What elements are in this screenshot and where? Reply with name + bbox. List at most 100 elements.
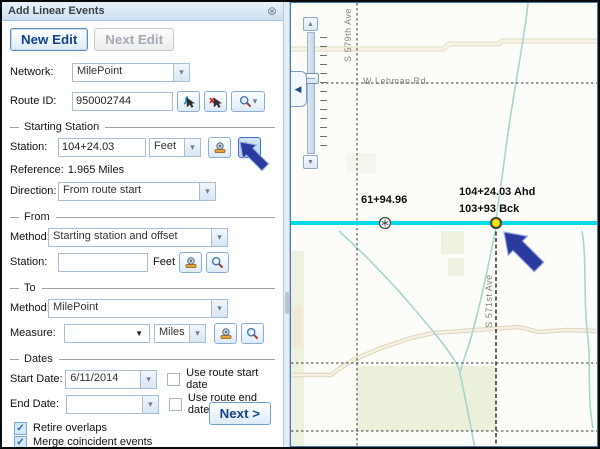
pick-on-map-icon xyxy=(243,141,256,154)
cursor-route-icon xyxy=(182,95,195,108)
zoom-slider-track[interactable] xyxy=(307,32,315,154)
from-method-combo[interactable]: Starting station and offset ▾ xyxy=(48,228,228,247)
zoom-slider-ticks xyxy=(320,37,327,149)
station-locate-icon xyxy=(184,256,198,269)
network-label: Network: xyxy=(10,66,72,78)
from-method-value: Starting station and offset xyxy=(48,228,211,247)
road-label-vertical-right: S 571st Ave xyxy=(484,269,496,333)
measure-units-combo[interactable]: Miles ▾ xyxy=(154,324,206,343)
road-label-vertical-left: S 579th Ave xyxy=(343,3,355,67)
chevron-down-icon[interactable]: ▾ xyxy=(142,395,159,414)
section-legend: Dates xyxy=(24,353,53,365)
from-units-label: Feet xyxy=(153,256,175,268)
chevron-down-icon[interactable]: ▾ xyxy=(189,324,206,343)
road-label-horizontal: W Lehman Rd xyxy=(363,76,426,86)
next-button[interactable]: Next > xyxy=(209,402,271,425)
close-icon[interactable]: ⊗ xyxy=(267,5,277,17)
station-units-value: Feet xyxy=(149,138,184,157)
direction-label: Direction: xyxy=(10,185,58,197)
use-route-end-date-checkbox[interactable] xyxy=(169,398,182,411)
network-combo[interactable]: MilePoint ▾ xyxy=(72,63,190,82)
start-date-picker[interactable]: 6/11/2014 ▾ xyxy=(65,370,157,389)
to-method-combo[interactable]: MilePoint ▾ xyxy=(48,299,228,318)
chevron-down-icon[interactable]: ▾ xyxy=(211,228,228,247)
zoom-out-icon[interactable]: ▼ xyxy=(303,155,318,169)
select-route-on-map-button[interactable] xyxy=(177,91,200,112)
reference-label: Reference: xyxy=(10,164,64,176)
measure-search-button[interactable] xyxy=(241,323,264,344)
station-units-combo[interactable]: Feet ▾ xyxy=(149,138,201,157)
map-canvas xyxy=(291,3,598,447)
from-locate-button[interactable] xyxy=(179,252,202,273)
use-route-start-date-label: Use route start date xyxy=(186,367,275,391)
to-method-value: MilePoint xyxy=(48,299,211,318)
collapse-panel-button[interactable]: ◀ xyxy=(290,71,307,107)
map-viewport[interactable]: S 579th Ave W Lehman Rd S 571st Ave 61+9… xyxy=(290,2,598,447)
direction-combo[interactable]: From route start ▾ xyxy=(58,182,216,201)
panel-titlebar: Add Linear Events ⊗ xyxy=(2,2,283,21)
measure-units-value: Miles xyxy=(154,324,189,343)
dates-section-header: Dates xyxy=(10,353,275,365)
cursor-clear-icon xyxy=(209,95,222,108)
end-date-value xyxy=(66,395,142,414)
measure-locate-button[interactable] xyxy=(214,323,237,344)
splitter-grip-icon[interactable] xyxy=(285,292,289,314)
end-date-picker[interactable]: ▾ xyxy=(66,395,159,414)
clear-route-selection-button[interactable] xyxy=(204,91,227,112)
retire-overlaps-checkbox[interactable]: ✓ xyxy=(14,422,27,435)
merge-coincident-events-checkbox[interactable]: ✓ xyxy=(14,436,27,448)
from-section-header: From xyxy=(10,211,275,223)
zoom-in-icon[interactable]: ▲ xyxy=(303,17,318,31)
measure-value: ▼ xyxy=(64,324,150,343)
app-window: Add Linear Events ⊗ New Edit Next Edit N… xyxy=(0,0,600,449)
station-locate-icon xyxy=(213,141,227,154)
annotation-arrow xyxy=(494,222,548,276)
from-station-label: Station: xyxy=(10,256,58,268)
to-section-header: To xyxy=(10,282,275,294)
section-legend: Starting Station xyxy=(24,121,99,133)
from-method-label: Method: xyxy=(10,231,48,243)
combo-down-icon[interactable]: ▼ xyxy=(135,329,145,338)
locate-station-button[interactable] xyxy=(208,137,231,158)
chevron-down-icon[interactable]: ▾ xyxy=(184,138,201,157)
option-row: ✓ Merge coincident events xyxy=(6,435,283,447)
station-label-left: 61+94.96 xyxy=(361,194,407,206)
search-icon xyxy=(239,95,252,108)
route-station-marker[interactable] xyxy=(380,218,391,229)
search-icon xyxy=(211,256,224,269)
from-station-input[interactable] xyxy=(58,253,148,272)
measure-combo[interactable]: ▼ xyxy=(64,324,150,343)
to-method-label: Method: xyxy=(10,302,48,314)
end-date-label: End Date: xyxy=(10,398,66,410)
chevron-down-icon[interactable]: ▾ xyxy=(199,182,216,201)
next-edit-button[interactable]: Next Edit xyxy=(94,28,174,51)
start-date-value: 6/11/2014 xyxy=(65,370,140,389)
starting-station-input[interactable] xyxy=(58,138,146,157)
section-legend: To xyxy=(24,282,36,294)
selected-station-marker[interactable] xyxy=(491,218,501,228)
edit-toolbar: New Edit Next Edit xyxy=(2,21,283,55)
check-icon: ✓ xyxy=(16,437,24,448)
collapse-left-icon: ◀ xyxy=(295,84,302,95)
chevron-down-icon[interactable]: ▾ xyxy=(140,370,157,389)
chevron-down-icon[interactable]: ▾ xyxy=(211,299,228,318)
station-label: Station: xyxy=(10,141,58,153)
network-value: MilePoint xyxy=(72,63,173,82)
route-id-label: Route ID: xyxy=(10,95,72,107)
merge-coincident-events-label: Merge coincident events xyxy=(33,436,152,447)
search-icon xyxy=(246,327,259,340)
route-id-input[interactable] xyxy=(72,92,173,111)
use-route-start-date-checkbox[interactable] xyxy=(167,373,180,386)
new-edit-button[interactable]: New Edit xyxy=(10,28,88,51)
route-search-dropdown-button[interactable]: ▾ xyxy=(231,91,265,112)
start-date-label: Start Date: xyxy=(10,373,65,385)
panel-title: Add Linear Events xyxy=(8,5,267,17)
chevron-down-icon[interactable]: ▾ xyxy=(173,63,190,82)
pick-station-on-map-button[interactable] xyxy=(238,137,261,158)
from-search-button[interactable] xyxy=(206,252,229,273)
direction-value: From route start xyxy=(58,182,199,201)
starting-station-section-header: Starting Station xyxy=(10,121,275,133)
add-linear-events-panel: Add Linear Events ⊗ New Edit Next Edit N… xyxy=(2,2,284,447)
check-icon: ✓ xyxy=(16,423,24,434)
section-legend: From xyxy=(24,211,50,223)
